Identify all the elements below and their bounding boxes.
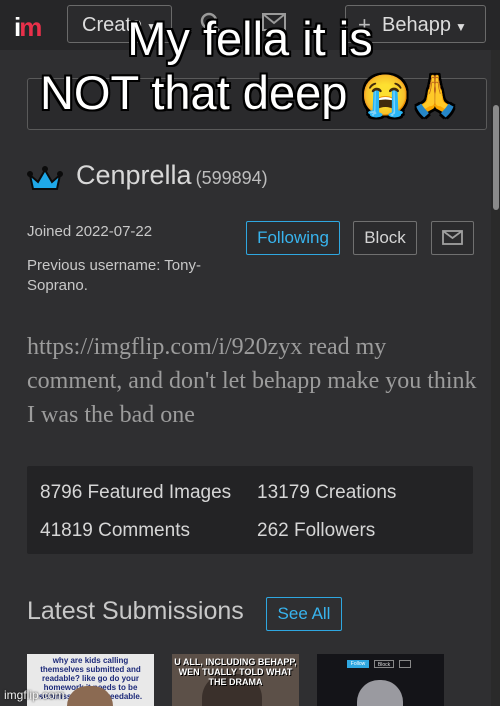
caption-line-2-text: NOT that deep (39, 66, 348, 119)
stat-comments[interactable]: 41819 Comments (40, 520, 190, 542)
block-button[interactable]: Block (353, 221, 417, 255)
caption-line-1: My fella it is (127, 12, 373, 65)
meme-caption: My fella it is NOT that deep 😭🙏 (0, 12, 500, 123)
thumbnail-block-label: Block (374, 660, 394, 668)
submission-thumbnail[interactable]: Follow Block (317, 654, 444, 706)
stat-featured-images[interactable]: 8796 Featured Images (40, 482, 231, 504)
joined-date: Joined 2022-07-22 (27, 223, 153, 240)
latest-submissions-heading: Latest Submissions (27, 597, 244, 625)
thumbnail-mail-icon (399, 660, 411, 668)
thumbnail-image (357, 680, 403, 706)
see-all-button[interactable]: See All (266, 597, 342, 631)
previous-username: Previous username: Tony-Soprano. (27, 257, 201, 294)
submission-thumbnail[interactable]: U ALL, INCLUDING BEHAPP, WEN TUALLY TOLD… (172, 654, 299, 706)
crying-praying-emoji: 😭🙏 (360, 74, 461, 118)
imgflip-watermark: imgflip.com (4, 688, 65, 702)
thumbnail-caption: U ALL, INCLUDING BEHAPP, WEN TUALLY TOLD… (174, 657, 297, 687)
scrollbar[interactable] (491, 50, 500, 706)
profile-username: Cenprella (599894) (76, 160, 268, 191)
profile-stats: 8796 Featured Images 13179 Creations 418… (27, 466, 473, 554)
profile-bio: https://imgflip.com/i/920zyx read my com… (27, 334, 477, 428)
message-button[interactable] (431, 221, 474, 255)
following-button[interactable]: Following (246, 221, 340, 255)
crown-icon (27, 165, 63, 193)
username-text: Cenprella (76, 160, 192, 190)
user-points: (599894) (195, 168, 268, 188)
mail-icon (442, 230, 463, 245)
thumbnail-follow-label: Follow (347, 660, 369, 668)
stat-creations[interactable]: 13179 Creations (257, 482, 396, 504)
stat-followers[interactable]: 262 Followers (257, 520, 375, 542)
caption-line-2: NOT that deep 😭🙏 (0, 66, 500, 123)
